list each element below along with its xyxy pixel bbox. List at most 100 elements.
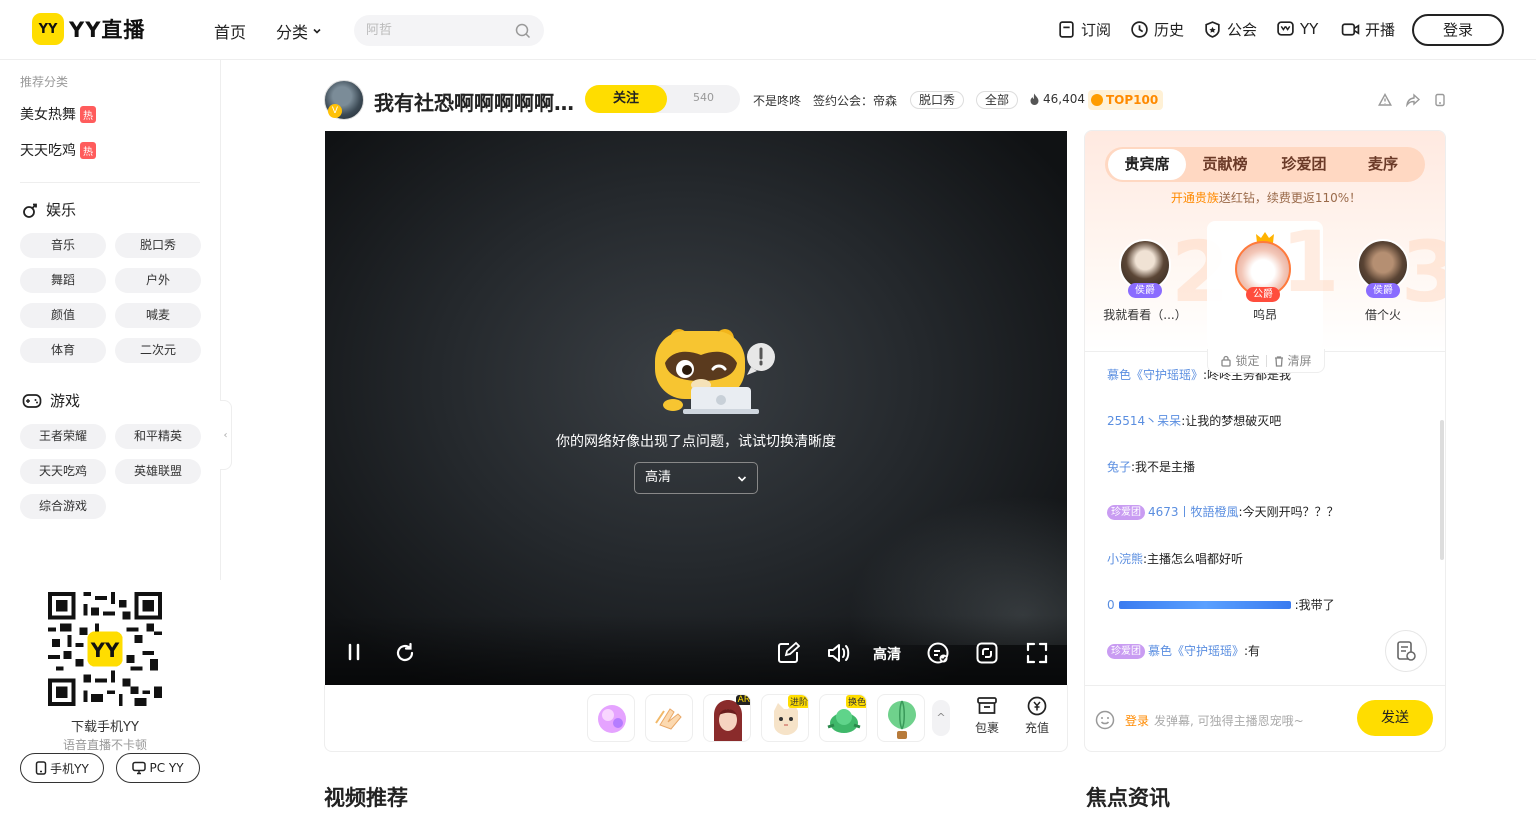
anchor-name[interactable]: 不是咚咚 bbox=[753, 92, 801, 109]
focus-news-title: 焦点资讯 bbox=[1086, 786, 1170, 810]
chat-list[interactable]: 慕色《守护瑶瑶》:咚咚主务都是我 25514丶呆呆:让我的梦想破灭吧 兔子:我不… bbox=[1085, 351, 1445, 685]
edit-danmaku-icon[interactable] bbox=[776, 641, 800, 665]
emoji-icon[interactable] bbox=[1095, 710, 1115, 730]
chat-user[interactable]: 慕色《守护瑶瑶》 bbox=[1107, 368, 1203, 382]
category-chip[interactable]: 体育 bbox=[20, 338, 106, 363]
clear-screen-label: 清屏 bbox=[1287, 354, 1312, 368]
noble-promo-highlight: 开通贵族 bbox=[1170, 191, 1219, 205]
chat-input[interactable]: 发弹幕, 可独得主播恩宠哦~ bbox=[1154, 712, 1304, 729]
category-chip[interactable]: 颜值 bbox=[20, 303, 106, 328]
chat-user[interactable]: 小浣熊 bbox=[1107, 552, 1143, 566]
recharge-button[interactable]: 充值 bbox=[1017, 696, 1057, 736]
room-side-panel: 贵宾席 贡献榜 珍爱团 麦序 开通贵族送红钻，续费更返110%！ 2 1 3 侯… bbox=[1084, 130, 1446, 752]
chat-user[interactable]: 25514丶呆呆 bbox=[1107, 414, 1181, 428]
category-chip[interactable]: 英雄联盟 bbox=[115, 459, 201, 484]
vip-name[interactable]: 呜昂 bbox=[1207, 306, 1323, 323]
pause-icon[interactable] bbox=[343, 641, 365, 663]
chat-input-area: 登录 发弹幕, 可独得主播恩宠哦~ 发送 bbox=[1085, 685, 1445, 751]
category-chip[interactable]: 户外 bbox=[115, 268, 201, 293]
room-tag[interactable]: 全部 bbox=[976, 91, 1019, 109]
danmaku-toggle-icon[interactable] bbox=[926, 641, 950, 665]
package-icon bbox=[977, 697, 997, 714]
nav-home[interactable]: 首页 bbox=[214, 19, 246, 43]
mobile-yy-button[interactable]: 手机YY bbox=[20, 753, 104, 783]
yy-app-link[interactable]: YY bbox=[1276, 19, 1318, 38]
category-chip[interactable]: 王者荣耀 bbox=[20, 424, 106, 449]
volume-icon[interactable] bbox=[826, 641, 852, 665]
chat-text: :有 bbox=[1244, 644, 1261, 658]
gift-item[interactable] bbox=[877, 694, 925, 742]
guild-info[interactable]: 签约公会：帝森 bbox=[813, 92, 897, 109]
gift-item[interactable]: AR bbox=[703, 694, 751, 742]
category-chip[interactable]: 综合游戏 bbox=[20, 494, 106, 519]
chat-user[interactable]: 慕色《守护瑶瑶》 bbox=[1148, 644, 1244, 658]
top100-label: TOP100 bbox=[1106, 93, 1159, 107]
clear-screen-button[interactable]: 清屏 bbox=[1273, 352, 1312, 369]
vip-name[interactable]: 我就看看（...） bbox=[1087, 306, 1203, 323]
tab-mic-queue[interactable]: 麦序 bbox=[1344, 147, 1422, 182]
gift-expand-button[interactable]: ^ bbox=[932, 700, 950, 736]
sidebar-collapse-handle[interactable]: ‹ bbox=[220, 400, 232, 470]
hot-item[interactable]: 美女热舞 热 bbox=[20, 104, 96, 124]
room-tag[interactable]: 脱口秀 bbox=[910, 91, 965, 109]
entertainment-title: 娱乐 bbox=[46, 201, 77, 219]
send-button[interactable]: 发送 bbox=[1357, 700, 1433, 736]
category-chip[interactable]: 喊麦 bbox=[115, 303, 201, 328]
fullscreen-icon[interactable] bbox=[1025, 641, 1049, 665]
trash-icon bbox=[1274, 355, 1283, 367]
follow-button[interactable]: 关注 bbox=[585, 85, 667, 113]
noble-promo-tip[interactable]: 开通贵族送红钻，续费更返110%！ bbox=[1085, 189, 1445, 206]
vip-name[interactable]: 借个火 bbox=[1325, 306, 1441, 323]
category-chip[interactable]: 天天吃鸡 bbox=[20, 459, 106, 484]
lock-button[interactable]: 锁定 bbox=[1220, 352, 1260, 369]
broadcast-link[interactable]: 开播 bbox=[1341, 19, 1395, 40]
follow-group: 关注 540 bbox=[585, 85, 740, 113]
quality-toggle[interactable]: 高清 bbox=[873, 644, 901, 664]
top100-badge[interactable]: TOP100 bbox=[1088, 90, 1164, 110]
chat-user[interactable]: 4673丨牧語橙風 bbox=[1148, 505, 1239, 519]
qr-code: YY bbox=[48, 592, 162, 706]
gift-item[interactable] bbox=[645, 694, 693, 742]
hot-item[interactable]: 天天吃鸡 热 bbox=[20, 140, 96, 160]
category-chip[interactable]: 和平精英 bbox=[115, 424, 201, 449]
search-icon[interactable] bbox=[515, 23, 531, 39]
chat-message: 0:我带了 bbox=[1107, 596, 1335, 613]
nav-category[interactable]: 分类 bbox=[276, 19, 323, 43]
gift-balloon-icon bbox=[888, 700, 916, 739]
monitor-icon bbox=[132, 761, 147, 775]
quality-select[interactable]: 高清 bbox=[634, 462, 758, 494]
subscribe-link[interactable]: 订阅 bbox=[1057, 19, 1111, 40]
tab-fan-club[interactable]: 珍爱团 bbox=[1265, 147, 1343, 182]
category-chip[interactable]: 脱口秀 bbox=[115, 233, 201, 258]
login-button[interactable]: 登录 bbox=[1412, 14, 1504, 46]
tab-contribution[interactable]: 贡献榜 bbox=[1186, 147, 1264, 182]
chat-login-link[interactable]: 登录 bbox=[1125, 712, 1149, 729]
history-link[interactable]: 历史 bbox=[1130, 19, 1184, 40]
tab-vip-seats[interactable]: 贵宾席 bbox=[1108, 149, 1186, 180]
video-player[interactable]: 你的网络好像出现了点问题，试试切换清晰度 高清 高清 bbox=[325, 131, 1067, 685]
gift-tag-ar: AR bbox=[735, 695, 750, 705]
picture-in-picture-icon[interactable] bbox=[975, 641, 999, 665]
bag-button[interactable]: 包裹 bbox=[967, 696, 1007, 736]
search-placeholder: 阿哲 bbox=[366, 23, 393, 38]
gift-item[interactable]: 进阶 bbox=[761, 694, 809, 742]
gift-item[interactable] bbox=[587, 694, 635, 742]
gift-item[interactable]: 换色 bbox=[819, 694, 867, 742]
guild-link[interactable]: 公会 bbox=[1203, 19, 1257, 40]
chat-user[interactable]: 0 bbox=[1107, 598, 1115, 612]
report-warning-icon[interactable] bbox=[1378, 93, 1392, 107]
yy-logo[interactable]: YY YY直播 bbox=[32, 13, 145, 45]
share-icon[interactable] bbox=[1406, 93, 1420, 107]
pc-yy-label: PC YY bbox=[149, 761, 184, 775]
mobile-watch-icon[interactable] bbox=[1433, 93, 1447, 107]
chat-settings-button[interactable] bbox=[1385, 630, 1427, 672]
category-chip[interactable]: 舞蹈 bbox=[20, 268, 106, 293]
category-chip[interactable]: 二次元 bbox=[115, 338, 201, 363]
pc-yy-button[interactable]: PC YY bbox=[116, 753, 200, 783]
category-chip[interactable]: 音乐 bbox=[20, 233, 106, 258]
chat-user[interactable]: 兔子 bbox=[1107, 460, 1131, 474]
mobile-yy-label: 手机YY bbox=[50, 761, 89, 776]
refresh-icon[interactable] bbox=[393, 641, 417, 665]
search-input[interactable]: 阿哲 bbox=[354, 15, 544, 46]
chat-scrollbar[interactable] bbox=[1440, 420, 1444, 560]
